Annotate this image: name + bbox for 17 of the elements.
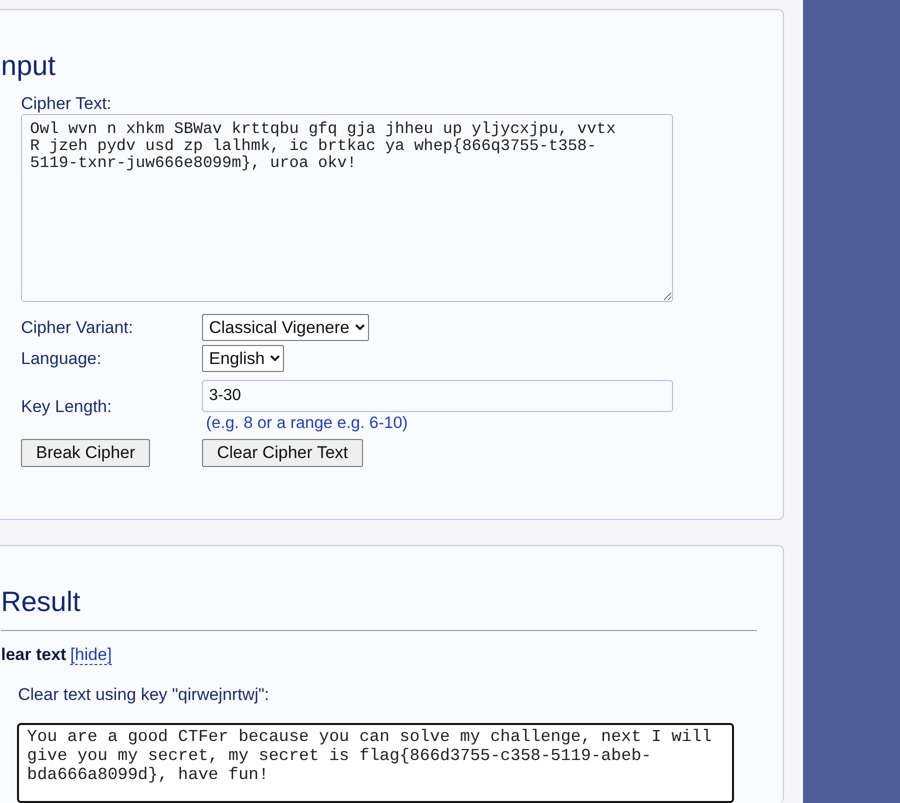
section-title: lear text <box>1 645 66 664</box>
dropdown[interactable]: English <box>202 345 284 372</box>
clear-text-output[interactable]: You are a good CTFer because you can solve my challenge, next I will give you my secret, my secret is flag{866d3755-c358-5119-abeb-bda666a8099d}, have fun! <box>17 723 734 803</box>
field-label: Language: <box>21 348 102 368</box>
input-field[interactable]: 3-30 <box>202 380 673 412</box>
hint-text: (e.g. 8 or a range e.g. 6-10) <box>206 414 408 432</box>
key-line: Clear text using key "qirwejnrtwj": <box>18 685 270 705</box>
field-label: Key Length: <box>21 396 113 416</box>
hide-link[interactable]: [hide] <box>70 645 112 665</box>
cipher-text-field[interactable]: Owl wvn n xhkm SBWav krttqbu gfq gja jhheu up yljycxjpu, vvtx R jzeh pydv usd zp lalhmk, ic brtkac ya whep{866q3755-t358-5119-txnr-juw666e8099m}, uroa okv! <box>21 114 673 302</box>
field-label: Cipher Text: <box>21 94 112 114</box>
action-button[interactable]: Clear Cipher Text <box>202 439 364 467</box>
section-heading: Result <box>1 586 82 618</box>
section-heading: nput <box>1 50 56 82</box>
field-label: Cipher Variant: <box>21 318 134 338</box>
action-button[interactable]: Break Cipher <box>21 439 150 467</box>
dropdown[interactable]: Classical Vigenere <box>202 314 369 341</box>
